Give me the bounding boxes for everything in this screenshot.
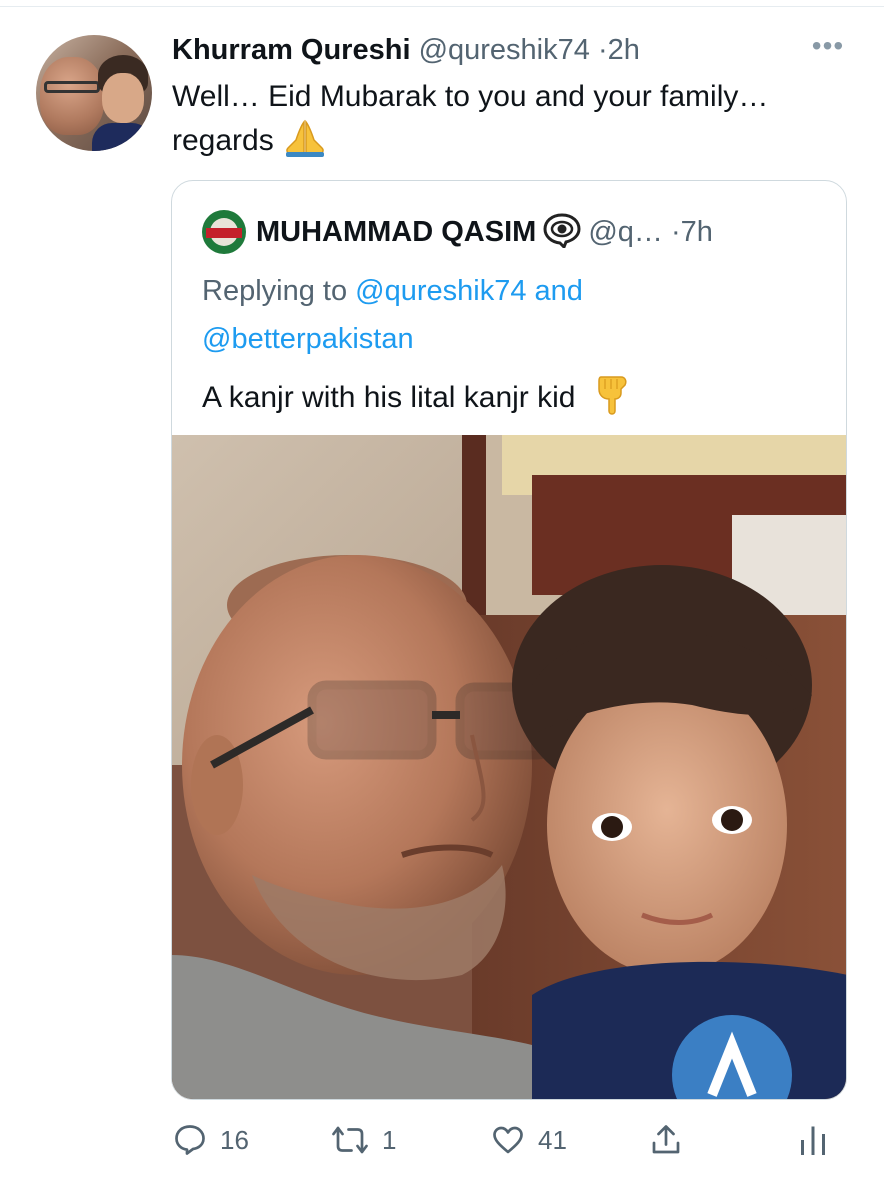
- separator-dot: ·: [670, 216, 681, 248]
- avatar-glasses: [44, 81, 100, 93]
- reply-button[interactable]: 16: [172, 1118, 249, 1162]
- quoted-tweet-timestamp: 7h: [680, 216, 713, 248]
- tweet-text: Well… Eid Mubarak to you and your family…: [172, 76, 852, 162]
- quoted-tweet[interactable]: MUHAMMAD QASIM @q… ·7h Replying to @qure…: [171, 180, 847, 1100]
- reply-icon: [172, 1122, 208, 1158]
- separator-dot: ·: [597, 34, 608, 66]
- tweet-timestamp[interactable]: 2h: [608, 34, 640, 66]
- author-name[interactable]: Khurram Qureshi: [172, 34, 411, 66]
- tweet-text-regards: regards: [172, 124, 274, 157]
- heart-icon: [490, 1122, 526, 1158]
- retweet-button[interactable]: 1: [330, 1118, 396, 1162]
- reply-mention-betterpakistan[interactable]: @betterpakistan: [202, 323, 414, 355]
- quoted-tweet-text-content: A kanjr with his lital kanjr kid: [202, 381, 576, 414]
- avatar-child-shirt: [92, 123, 152, 151]
- share-button[interactable]: [648, 1118, 684, 1162]
- analytics-icon: [798, 1122, 828, 1158]
- reply-mention-and[interactable]: and: [535, 275, 583, 307]
- avatar-adult-face: [40, 57, 104, 135]
- quoted-tweet-header: MUHAMMAD QASIM @q… ·7h: [256, 211, 836, 253]
- tweet-text-line-2: regards: [172, 118, 852, 162]
- reply-count: 16: [220, 1124, 249, 1155]
- tweet[interactable]: Khurram Qureshi @qureshik74 ·2h ••• Well…: [0, 0, 884, 1200]
- author-handle[interactable]: @qureshik74: [419, 34, 590, 66]
- retweet-icon: [330, 1122, 370, 1158]
- reply-mention-qureshik74[interactable]: @qureshik74: [355, 275, 526, 307]
- like-button[interactable]: 41: [490, 1118, 567, 1162]
- selfie-photo-icon: [172, 435, 846, 1099]
- quoted-author-handle[interactable]: @q…: [588, 216, 663, 248]
- tweet-header: Khurram Qureshi @qureshik74 ·2h: [172, 30, 812, 70]
- quoted-author-avatar[interactable]: [202, 210, 246, 254]
- quoted-tweet-text: A kanjr with his lital kanjr kid: [202, 373, 822, 419]
- quoted-author-name[interactable]: MUHAMMAD QASIM: [256, 216, 536, 248]
- retweet-count: 1: [382, 1124, 397, 1155]
- backhand-index-pointing-down-emoji-icon: [591, 373, 635, 417]
- more-options-icon[interactable]: •••: [806, 28, 850, 68]
- avatar-emblem-band: [206, 228, 242, 238]
- author-avatar[interactable]: [36, 35, 152, 151]
- share-icon: [648, 1122, 684, 1158]
- folded-hands-emoji-icon: [282, 118, 328, 158]
- tweet-actions: 16 1 41: [172, 1118, 852, 1168]
- like-count: 41: [538, 1124, 567, 1155]
- avatar-child-face: [102, 73, 144, 123]
- tweet-text-line-1: Well… Eid Mubarak to you and your family…: [172, 80, 769, 113]
- quoted-tweet-photo[interactable]: [172, 435, 846, 1099]
- eye-in-speech-bubble-icon: [542, 212, 582, 250]
- replying-to: Replying to @qureshik74 and @betterpakis…: [202, 267, 822, 363]
- replying-to-label: Replying to: [202, 275, 348, 307]
- analytics-button[interactable]: [798, 1118, 828, 1162]
